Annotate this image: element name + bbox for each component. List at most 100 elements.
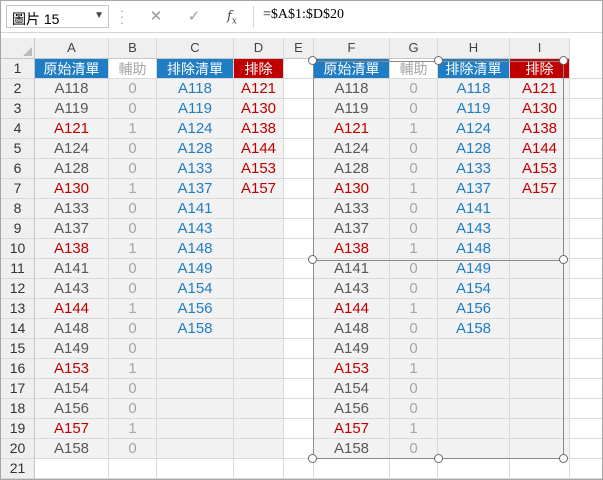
exclusion-list-cell-picture[interactable]: A154: [438, 279, 509, 299]
original-list-cell-picture[interactable]: A143: [314, 279, 389, 299]
more-options-icon[interactable]: · · ·: [119, 4, 125, 29]
helper-cell[interactable]: 1: [109, 299, 156, 319]
helper-cell-picture[interactable]: 1: [390, 239, 437, 259]
exclusion-list-cell-picture[interactable]: A133: [438, 159, 509, 179]
row-header-17[interactable]: 17: [1, 379, 35, 399]
original-list-cell[interactable]: A130: [35, 179, 108, 199]
helper-cell-picture[interactable]: 0: [390, 319, 437, 339]
original-list-cell[interactable]: A144: [35, 299, 108, 319]
helper-cell-picture[interactable]: 1: [390, 359, 437, 379]
original-list-cell-picture[interactable]: A144: [314, 299, 389, 319]
resize-handle[interactable]: [559, 56, 568, 65]
resize-handle[interactable]: [433, 454, 443, 463]
excluded-cell-picture[interactable]: A144: [510, 139, 569, 159]
helper-cell[interactable]: 1: [109, 179, 156, 199]
original-list-cell[interactable]: A158: [35, 439, 108, 459]
exclusion-list-cell-picture[interactable]: A149: [438, 259, 509, 279]
helper-cell[interactable]: 0: [109, 79, 156, 99]
original-list-cell-picture[interactable]: A154: [314, 379, 389, 399]
original-list-cell-picture[interactable]: A128: [314, 159, 389, 179]
exclusion-list-cell[interactable]: A158: [157, 319, 233, 339]
row-header-4[interactable]: 4: [1, 119, 35, 139]
helper-cell[interactable]: 0: [109, 439, 156, 459]
helper-cell[interactable]: 0: [109, 279, 156, 299]
exclusion-list-cell-picture[interactable]: A156: [438, 299, 509, 319]
original-list-cell[interactable]: A156: [35, 399, 108, 419]
helper-cell-picture[interactable]: 1: [390, 419, 437, 439]
row-header-7[interactable]: 7: [1, 179, 35, 199]
helper-cell[interactable]: 0: [109, 159, 156, 179]
helper-cell-picture[interactable]: 0: [390, 339, 437, 359]
helper-cell[interactable]: 0: [109, 199, 156, 219]
original-list-cell[interactable]: A118: [35, 79, 108, 99]
helper-cell-picture[interactable]: 0: [390, 279, 437, 299]
helper-cell[interactable]: 1: [109, 119, 156, 139]
exclusion-list-cell[interactable]: A149: [157, 259, 233, 279]
header-exclusion-list[interactable]: 排除清單: [157, 59, 233, 78]
helper-cell-picture[interactable]: 0: [390, 259, 437, 279]
helper-cell-picture[interactable]: 0: [390, 199, 437, 219]
header-excluded[interactable]: 排除: [234, 59, 283, 78]
original-list-cell[interactable]: A124: [35, 139, 108, 159]
resize-handle[interactable]: [308, 56, 317, 65]
helper-cell[interactable]: 0: [109, 399, 156, 419]
column-header-b[interactable]: B: [109, 38, 157, 59]
enter-icon[interactable]: ✓: [179, 5, 209, 28]
helper-cell[interactable]: 0: [109, 259, 156, 279]
insert-function-icon[interactable]: fx: [221, 5, 243, 28]
original-list-cell[interactable]: A119: [35, 99, 108, 119]
exclusion-list-cell[interactable]: A156: [157, 299, 233, 319]
original-list-cell-picture[interactable]: A148: [314, 319, 389, 339]
original-list-cell-picture[interactable]: A121: [314, 119, 389, 139]
original-list-cell-picture[interactable]: A157: [314, 419, 389, 439]
row-header-20[interactable]: 20: [1, 439, 35, 459]
exclusion-list-cell[interactable]: A133: [157, 159, 233, 179]
row-header-8[interactable]: 8: [1, 199, 35, 219]
header-exclusion-list-picture[interactable]: 排除清單: [438, 59, 509, 78]
resize-handle[interactable]: [308, 454, 317, 463]
resize-handle[interactable]: [433, 56, 443, 65]
exclusion-list-cell-picture[interactable]: A141: [438, 199, 509, 219]
helper-cell[interactable]: 0: [109, 219, 156, 239]
header-helper-picture[interactable]: 輔助: [390, 59, 437, 78]
original-list-cell-picture[interactable]: A138: [314, 239, 389, 259]
helper-cell[interactable]: 0: [109, 319, 156, 339]
exclusion-list-cell[interactable]: A143: [157, 219, 233, 239]
original-list-cell-picture[interactable]: A130: [314, 179, 389, 199]
excluded-cell[interactable]: A144: [234, 139, 283, 159]
original-list-cell[interactable]: A149: [35, 339, 108, 359]
excluded-cell[interactable]: A138: [234, 119, 283, 139]
row-header-11[interactable]: 11: [1, 259, 35, 279]
cancel-icon[interactable]: ✕: [141, 5, 171, 28]
row-header-10[interactable]: 10: [1, 239, 35, 259]
exclusion-list-cell[interactable]: A148: [157, 239, 233, 259]
column-header-d[interactable]: D: [234, 38, 284, 59]
select-all-button[interactable]: [1, 38, 35, 59]
row-header-1[interactable]: 1: [1, 59, 35, 79]
original-list-cell-picture[interactable]: A119: [314, 99, 389, 119]
helper-cell-picture[interactable]: 0: [390, 219, 437, 239]
header-helper[interactable]: 輔助: [109, 59, 156, 78]
original-list-cell-picture[interactable]: A124: [314, 139, 389, 159]
excluded-cell[interactable]: A153: [234, 159, 283, 179]
resize-handle[interactable]: [559, 454, 568, 463]
exclusion-list-cell[interactable]: A119: [157, 99, 233, 119]
helper-cell[interactable]: 1: [109, 419, 156, 439]
formula-input[interactable]: =$A$1:$D$20: [263, 7, 344, 23]
exclusion-list-cell[interactable]: A141: [157, 199, 233, 219]
original-list-cell-picture[interactable]: A149: [314, 339, 389, 359]
row-header-19[interactable]: 19: [1, 419, 35, 439]
original-list-cell[interactable]: A137: [35, 219, 108, 239]
column-header-c[interactable]: C: [157, 38, 234, 59]
excluded-cell-picture[interactable]: A130: [510, 99, 569, 119]
name-box[interactable]: 圖片 15 ▼: [6, 5, 109, 28]
excluded-cell-picture[interactable]: A157: [510, 179, 569, 199]
exclusion-list-cell[interactable]: A154: [157, 279, 233, 299]
exclusion-list-cell-picture[interactable]: A158: [438, 319, 509, 339]
row-header-18[interactable]: 18: [1, 399, 35, 419]
original-list-cell-picture[interactable]: A118: [314, 79, 389, 99]
helper-cell[interactable]: 0: [109, 339, 156, 359]
row-header-13[interactable]: 13: [1, 299, 35, 319]
helper-cell-picture[interactable]: 0: [390, 79, 437, 99]
helper-cell-picture[interactable]: 1: [390, 179, 437, 199]
